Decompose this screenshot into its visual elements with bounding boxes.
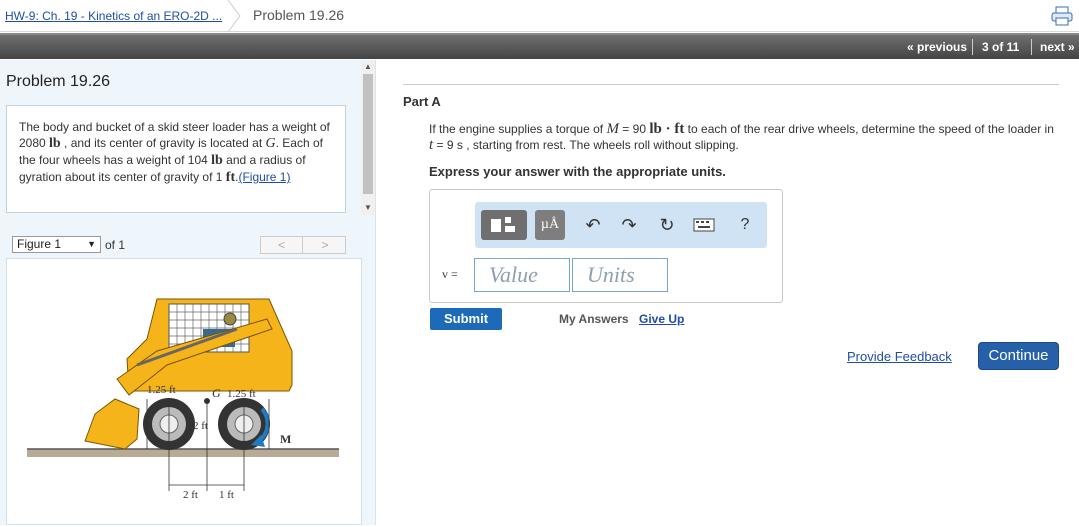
problem-scrollbar[interactable]: ▲ ▼ [361,60,375,215]
breadcrumb-current: Problem 19.26 [253,7,345,23]
help-icon[interactable]: ? [733,210,757,240]
give-up-link[interactable]: Give Up [639,312,684,326]
problem-text: , and its center of gravity is located a… [60,136,266,150]
undo-icon[interactable]: ↶ [581,210,605,240]
unit-lb: lb [49,136,61,151]
redo-icon[interactable]: ↷ [617,210,641,240]
part-title: Part A [403,94,441,109]
breadcrumb-separator-icon [227,0,241,32]
prev-figure-icon[interactable]: < [261,237,303,253]
math-toolbar: µÅ ↶ ↷ ↻ ? [475,202,767,248]
dim-label: 2 ft [193,420,208,432]
print-icon[interactable] [1051,6,1073,26]
figure-pager: < > [260,236,346,254]
problem-statement: The body and bucket of a skid steer load… [6,105,346,213]
symbol-m: M [606,121,619,137]
next-figure-icon[interactable]: > [304,237,346,253]
nav-divider [1031,39,1032,55]
previous-link[interactable]: « previous [907,40,967,54]
divider [403,84,1059,85]
figure-frame: 1.25 ft G 1.25 ft 2 ft M 2 ft 1 ft [6,258,362,525]
problem-nav-bar: « previous 3 of 11 next » [0,33,1079,59]
question-segment: to each of the rear drive wheels, determ… [684,122,1054,136]
top-bar: HW-9: Ch. 19 - Kinetics of an ERO-2D ...… [0,0,1079,32]
dim-label: 1.25 ft [147,384,176,396]
symbol-g: G [265,136,276,151]
answer-instruction: Express your answer with the appropriate… [429,164,726,179]
scroll-down-icon[interactable]: ▼ [363,203,373,213]
question-text: If the engine supplies a torque of M = 9… [429,121,1061,153]
question-segment: If the engine supplies a torque of [429,122,607,136]
answer-box: µÅ ↶ ↷ ↻ ? v = Value Units [429,189,783,303]
torque-label: M [280,432,291,446]
dim-label: 1.25 ft [227,388,256,400]
problem-position: 3 of 11 [982,40,1020,54]
skid-steer-loader-figure: 1.25 ft G 1.25 ft 2 ft M 2 ft 1 ft [27,298,339,501]
dim-label: 1 ft [219,489,234,501]
unit-lb: lb [211,153,223,168]
value-input[interactable]: Value [474,258,570,292]
scroll-up-icon[interactable]: ▲ [363,62,373,72]
nav-divider [972,39,973,55]
templates-icon [491,217,515,232]
figure-select[interactable]: Figure 1 ▼ [12,236,101,253]
reset-icon[interactable]: ↻ [655,210,679,240]
submit-button[interactable]: Submit [430,308,502,330]
breadcrumb-assignment-link[interactable]: HW-9: Ch. 19 - Kinetics of an ERO-2D ... [5,9,222,23]
keyboard-icon[interactable] [691,210,717,240]
continue-button[interactable]: Continue [978,342,1059,370]
problem-pane: Problem 19.26 The body and bucket of a s… [0,60,376,525]
scroll-thumb[interactable] [363,74,373,194]
g-label: G [212,386,221,400]
figure-1-link[interactable]: (Figure 1) [238,170,290,184]
figure-select-value: Figure 1 [17,237,62,251]
chevron-down-icon: ▼ [87,239,96,249]
templates-button[interactable] [481,210,527,240]
question-segment: = 9 s , starting from rest. The wheels r… [433,138,739,152]
figure-count: of 1 [105,238,126,252]
operator-head [223,312,237,326]
question-segment: = 90 [618,122,650,136]
variable-label: v = [442,267,458,281]
dim-label: 2 ft [183,489,198,501]
provide-feedback-link[interactable]: Provide Feedback [847,349,952,364]
next-link[interactable]: next » [1040,40,1075,54]
figure-toolbar: Figure 1 ▼ of 1 < > [8,234,362,256]
loader-bucket [84,398,140,450]
ground-hatch [27,449,339,457]
units-input[interactable]: Units [572,258,668,292]
my-answers-label: My Answers [559,312,629,326]
unit-ft: ft [225,170,236,185]
unit-lb-ft: lb · ft [649,121,685,137]
units-button[interactable]: µÅ [535,210,565,240]
problem-title: Problem 19.26 [6,73,111,90]
